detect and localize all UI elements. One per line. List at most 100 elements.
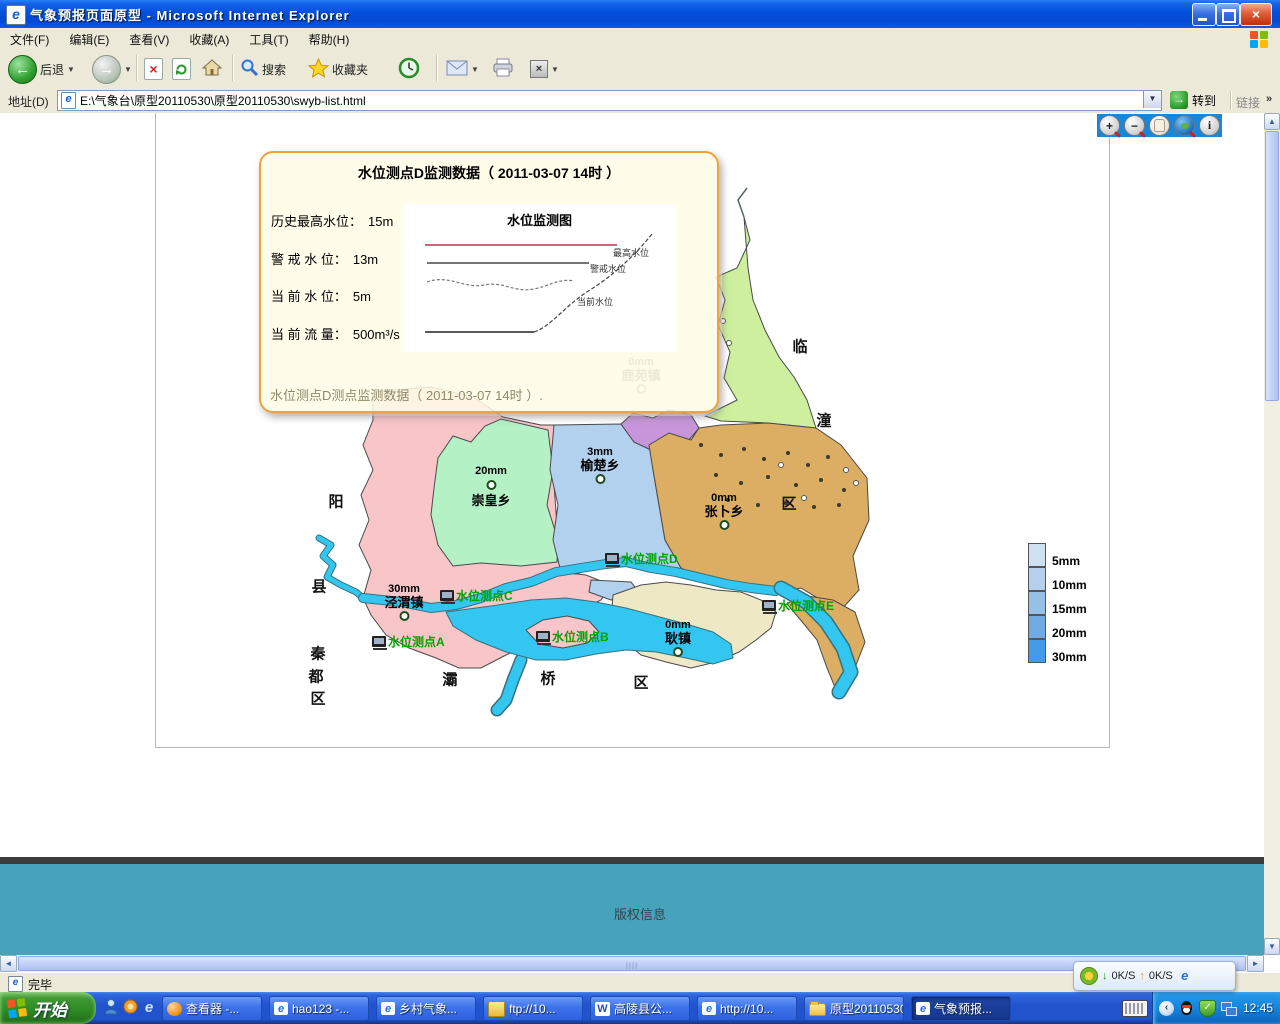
history-button[interactable]: [398, 54, 420, 84]
town-dot: [665, 645, 691, 662]
minimize-button[interactable]: [1192, 3, 1216, 26]
menu-item-0[interactable]: 文件(F): [0, 28, 59, 48]
search-label: 搜索: [262, 61, 286, 78]
close-button[interactable]: ×: [1240, 3, 1272, 26]
links-chevron-icon[interactable]: »: [1266, 93, 1272, 105]
quick-launch-ie-icon[interactable]: e: [140, 999, 158, 1017]
station-水位测点B[interactable]: 水位测点B: [536, 628, 609, 645]
quick-launch-media-icon[interactable]: [121, 999, 139, 1017]
back-dropdown-icon[interactable]: ▼: [67, 65, 75, 74]
town-name: 崇皇乡: [471, 494, 510, 508]
edit-dropdown-icon[interactable]: ▼: [551, 65, 559, 74]
search-button[interactable]: 搜索: [240, 54, 286, 84]
scroll-right-icon[interactable]: ►: [1247, 955, 1264, 972]
station-monitor-icon: [440, 590, 454, 601]
ie-window: e 气象预报页面原型 - Microsoft Internet Explorer…: [0, 0, 1280, 1024]
ie-page-icon: e: [8, 976, 23, 992]
station-name: 水位测点E: [778, 597, 834, 614]
net-speed-widget[interactable]: ↓ 0K/S ↑ 0K/S e: [1073, 961, 1236, 991]
vertical-scrollbar[interactable]: ▲ ▼: [1264, 113, 1280, 955]
print-button[interactable]: [492, 54, 514, 84]
menu-item-5[interactable]: 帮助(H): [299, 28, 360, 48]
popup-title: 水位测点D监测数据（ 2011-03-07 14时 ）: [261, 163, 717, 183]
menu-item-4[interactable]: 工具(T): [239, 28, 298, 48]
security-shield-icon[interactable]: ✓: [1199, 1000, 1216, 1017]
taskbar-button-查看器 -...[interactable]: 查看器 -...: [162, 996, 262, 1021]
taskbar-button-ftp://10...[interactable]: ftp://10...: [483, 996, 583, 1021]
address-label: 地址(D): [8, 93, 49, 110]
scroll-down-icon[interactable]: ▼: [1264, 938, 1280, 955]
input-method-keyboard-icon[interactable]: [1122, 1000, 1148, 1017]
qq-tray-icon[interactable]: [1179, 1001, 1194, 1016]
pan-icon[interactable]: [1149, 115, 1170, 136]
station-水位测点A[interactable]: 水位测点A: [372, 633, 445, 650]
stop-button[interactable]: ×: [144, 54, 163, 84]
go-arrow-icon: →: [1170, 91, 1188, 109]
edit-button[interactable]: × ▼: [530, 54, 559, 84]
menu-item-3[interactable]: 收藏(A): [179, 28, 239, 48]
overview-icon[interactable]: [1174, 115, 1195, 136]
favorites-label: 收藏夹: [332, 61, 368, 78]
maximize-button[interactable]: [1216, 3, 1240, 26]
ie-icon: e: [916, 1002, 930, 1015]
go-button[interactable]: → 转到: [1170, 90, 1216, 110]
horizontal-scroll-thumb[interactable]: ||||: [18, 956, 1246, 971]
forward-button[interactable]: → ▼: [92, 54, 132, 84]
back-label: 后退: [40, 61, 64, 78]
taskbar-button-http://10...[interactable]: ehttp://10...: [697, 996, 797, 1021]
start-button[interactable]: 开始: [0, 992, 96, 1024]
annotation-max-level: 最高水位: [613, 246, 649, 259]
taskbar-button-气象预报...[interactable]: e气象预报...: [911, 996, 1011, 1021]
browser-toolbar: ← 后退 ▼ → ▼ × 搜索: [0, 50, 1280, 89]
stop-icon: ×: [144, 58, 163, 80]
zoom-in-icon[interactable]: +: [1099, 115, 1120, 136]
town-name: 泾渭镇: [384, 596, 423, 610]
district-label-都: 都: [308, 666, 323, 687]
town-dot-icon: [399, 611, 409, 621]
mail-dropdown-icon[interactable]: ▼: [471, 65, 479, 74]
menu-item-2[interactable]: 查看(V): [119, 28, 179, 48]
taskbar-button-hao123 -...[interactable]: ehao123 -...: [269, 996, 369, 1021]
links-label[interactable]: 链接: [1236, 94, 1260, 111]
annotation-warning-level: 警戒水位: [590, 262, 626, 275]
taskbar-button-高陵县公...[interactable]: W高陵县公...: [590, 996, 690, 1021]
address-dropdown-icon[interactable]: ▼: [1143, 91, 1161, 108]
station-name: 水位测点D: [621, 550, 678, 567]
quick-launch-messenger-icon[interactable]: [102, 999, 120, 1017]
legend-label-5mm: 5mm: [1052, 554, 1080, 568]
station-水位测点E[interactable]: 水位测点E: [762, 597, 834, 614]
station-水位测点D[interactable]: 水位测点D: [605, 550, 678, 567]
task-label: 乡村气象...: [399, 1000, 457, 1017]
taskbar-button-原型20110530[interactable]: 原型20110530: [804, 996, 904, 1021]
station-水位测点C[interactable]: 水位测点C: [440, 587, 513, 604]
region-zhangbu[interactable]: [649, 423, 869, 610]
download-arrow-icon: ↓: [1102, 970, 1108, 982]
back-button[interactable]: ← 后退 ▼: [8, 54, 75, 84]
vertical-scroll-thumb[interactable]: [1265, 131, 1279, 401]
town-label-耿镇: 0mm耿镇: [665, 620, 691, 662]
menu-item-1[interactable]: 编辑(E): [59, 28, 119, 48]
task-label: http://10...: [720, 1002, 773, 1016]
scroll-up-icon[interactable]: ▲: [1264, 113, 1280, 130]
mail-button[interactable]: ▼: [446, 54, 479, 84]
refresh-button[interactable]: [172, 54, 191, 84]
ie-icon: e: [1177, 968, 1193, 984]
forward-dropdown-icon[interactable]: ▼: [124, 65, 132, 74]
home-button[interactable]: [202, 54, 222, 84]
favorites-button[interactable]: 收藏夹: [308, 54, 368, 84]
history-clock-icon: [398, 57, 420, 82]
tray-collapse-chevron-icon[interactable]: ‹: [1159, 1001, 1174, 1016]
district-label-阳: 阳: [328, 491, 343, 512]
info-icon[interactable]: i: [1199, 115, 1220, 136]
network-tray-icon[interactable]: [1221, 1001, 1236, 1016]
field-value: 500m³/s: [353, 327, 400, 342]
title-bar: e 气象预报页面原型 - Microsoft Internet Explorer…: [0, 0, 1280, 28]
town-name: 耿镇: [665, 632, 691, 646]
zoom-out-icon[interactable]: −: [1124, 115, 1145, 136]
station-monitor-icon: [536, 631, 550, 642]
taskbar-button-乡村气象...[interactable]: e乡村气象...: [376, 996, 476, 1021]
address-input[interactable]: e E:\气象台\原型20110530\原型20110530\swyb-list…: [57, 90, 1162, 111]
field-value: 5m: [353, 289, 371, 304]
town-name: 张卜乡: [704, 505, 743, 519]
scroll-left-icon[interactable]: ◄: [0, 955, 17, 972]
